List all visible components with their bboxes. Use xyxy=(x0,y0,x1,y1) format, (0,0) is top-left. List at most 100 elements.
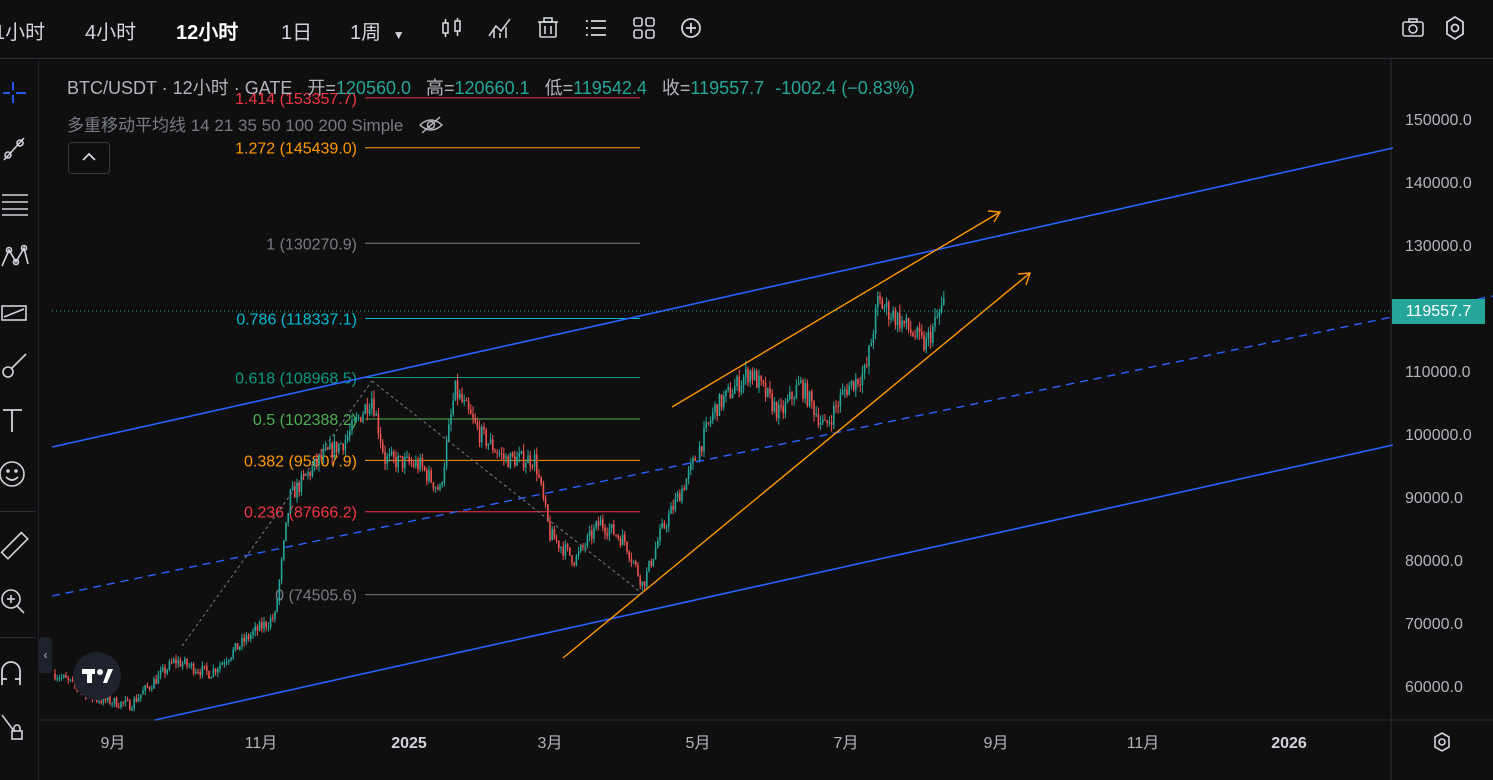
candle-body xyxy=(604,527,606,534)
candle-body xyxy=(729,387,732,399)
tradingview-logo[interactable] xyxy=(73,652,121,700)
timeframe-4h[interactable]: 4小时 xyxy=(85,16,136,45)
candle-body xyxy=(696,460,699,462)
candle-body xyxy=(558,540,560,549)
candle-body xyxy=(63,675,65,678)
fib-level-label: 0.5 (102388.2) xyxy=(253,412,357,429)
timeframe-1d[interactable]: 1日 xyxy=(281,16,312,45)
candle-body xyxy=(467,401,470,410)
candle-body xyxy=(426,470,428,481)
candle-body xyxy=(844,389,846,391)
candle-body xyxy=(148,687,151,689)
time-axis-label: 3月 xyxy=(538,735,563,752)
candle-body xyxy=(168,661,171,670)
candle-body xyxy=(811,391,813,402)
magnet-icon[interactable] xyxy=(0,657,32,689)
timeframe-1h[interactable]: 1小时 xyxy=(0,16,45,45)
candle-body xyxy=(258,622,261,631)
candle-body xyxy=(751,370,754,380)
fib-retracement[interactable]: 1.414 (153357.7)1.272 (145439.0)1 (13027… xyxy=(235,91,640,605)
candle-body xyxy=(626,541,628,552)
candle-body xyxy=(901,320,903,329)
candle-body xyxy=(452,400,454,415)
candle-body xyxy=(188,665,190,667)
fib-level-label: 0 (74505.6) xyxy=(275,588,357,605)
candle-body xyxy=(591,530,593,539)
price-axis-label: 130000.0 xyxy=(1405,238,1472,255)
candle-body xyxy=(619,538,622,546)
candle-body xyxy=(727,387,729,390)
gear-icon[interactable] xyxy=(1441,14,1469,42)
indicator-legend[interactable]: 多重移动平均线 14 21 35 50 100 200 Simple xyxy=(67,111,444,136)
candle-body xyxy=(179,660,182,667)
emoji-icon[interactable] xyxy=(0,458,32,490)
price-axis[interactable]: 150000.0140000.0130000.0120000.0110000.0… xyxy=(1405,112,1472,696)
candle-body xyxy=(239,646,241,650)
candle-body xyxy=(817,413,820,425)
axis-settings-gear-icon[interactable] xyxy=(1430,730,1454,754)
candle-body xyxy=(892,310,894,319)
candle-body xyxy=(841,390,844,395)
text-tool-icon[interactable] xyxy=(0,404,32,436)
forecast-icon[interactable] xyxy=(0,296,32,328)
drawings[interactable] xyxy=(51,147,1493,721)
time-axis[interactable]: 9月 11月 2025 3月 5月 7月 9月 11月 2026 xyxy=(101,735,1307,752)
candle-body xyxy=(685,478,688,490)
candle-body xyxy=(672,505,674,510)
candle-body xyxy=(527,455,529,464)
candle-body xyxy=(305,475,307,477)
zoom-in-icon[interactable] xyxy=(0,585,32,617)
lock-drawing-icon[interactable] xyxy=(0,711,32,743)
candle-body xyxy=(487,443,490,446)
layout-grid-icon[interactable] xyxy=(630,14,658,42)
candle-body xyxy=(690,463,692,470)
timeframe-1w-label: 1周 xyxy=(350,22,382,44)
symbol-title[interactable]: BTC/USDT · 12小时 · GATE xyxy=(67,78,292,98)
candle-body xyxy=(476,422,479,427)
candle-body xyxy=(496,452,498,454)
candle-body xyxy=(551,529,553,540)
collapse-legend-button[interactable] xyxy=(68,142,110,174)
candle-body xyxy=(195,671,197,674)
candle-body xyxy=(615,534,617,536)
candle-body xyxy=(221,663,223,665)
candle-body xyxy=(683,488,685,490)
pattern-icon[interactable] xyxy=(0,242,32,274)
eye-hidden-icon[interactable] xyxy=(418,115,444,135)
close-label: 收= xyxy=(661,78,691,98)
candle-body xyxy=(828,422,831,424)
candle-body xyxy=(670,505,672,514)
timeframe-1w[interactable]: 1周 ▼ xyxy=(350,16,405,45)
fib-level-label: 0.236 (87666.2) xyxy=(244,505,357,522)
collapse-toolbar-button[interactable]: ‹ xyxy=(39,637,52,673)
candle-body xyxy=(331,443,333,458)
candle-body xyxy=(210,676,212,679)
timeframe-12h[interactable]: 12小时 xyxy=(176,16,238,45)
candle-body xyxy=(837,406,839,408)
candle-body xyxy=(329,443,331,450)
low-value: 119542.4 xyxy=(573,78,647,98)
candle-body xyxy=(494,450,496,453)
price-axis-label: 80000.0 xyxy=(1405,553,1463,570)
candles-icon[interactable] xyxy=(438,14,466,42)
candle-body xyxy=(285,522,287,541)
brush-icon[interactable] xyxy=(0,350,32,382)
candle-body xyxy=(797,382,800,386)
alert-icon[interactable] xyxy=(534,14,562,42)
add-icon[interactable] xyxy=(677,14,705,42)
ruler-icon[interactable] xyxy=(0,531,32,563)
templates-icon[interactable] xyxy=(582,14,610,42)
candle-body xyxy=(835,405,837,407)
price-axis-label: 90000.0 xyxy=(1405,490,1463,507)
candle-body xyxy=(54,673,56,680)
candle-body xyxy=(122,701,124,703)
fib-retracement-icon[interactable] xyxy=(0,188,32,220)
candle-body xyxy=(393,451,395,457)
camera-icon[interactable] xyxy=(1399,14,1427,42)
crosshair-icon[interactable] xyxy=(0,78,32,110)
indicators-icon[interactable] xyxy=(486,14,514,42)
candle-body xyxy=(929,332,932,343)
candle-body xyxy=(265,621,267,628)
trend-line-icon[interactable] xyxy=(0,134,32,166)
candle-body xyxy=(934,316,936,327)
